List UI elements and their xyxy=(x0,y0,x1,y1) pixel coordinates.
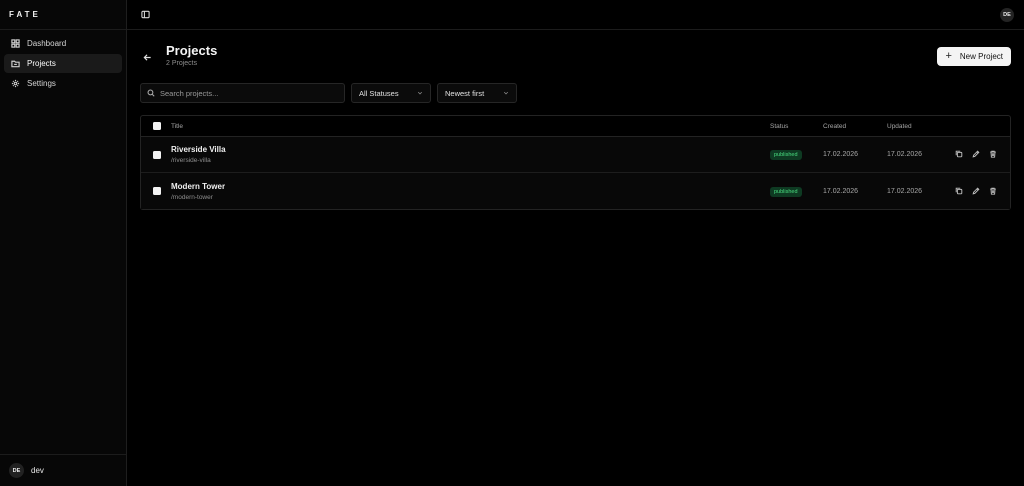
sidebar-item-projects[interactable]: Projects xyxy=(4,54,122,73)
arrow-left-icon xyxy=(143,53,151,61)
header-left: Projects 2 Projects xyxy=(140,43,217,67)
projects-table: Title Status Created Updated Riverside V… xyxy=(140,115,1011,210)
app-root: FATE Dashboard Projects Settings DE dev xyxy=(0,0,1024,486)
search-input[interactable] xyxy=(160,88,340,98)
row-status-cell: published xyxy=(770,149,823,160)
row-updated: 17.02.2026 xyxy=(887,187,923,195)
edit-button[interactable] xyxy=(972,150,981,159)
row-check-cell xyxy=(141,187,170,195)
sidebar-toggle-button[interactable] xyxy=(139,9,151,21)
table-row[interactable]: Modern Tower /modern-tower published 17.… xyxy=(141,173,1010,209)
new-project-label: New Project xyxy=(959,52,1003,61)
delete-button[interactable] xyxy=(989,150,998,159)
page-title: Projects xyxy=(166,43,218,58)
duplicate-button[interactable] xyxy=(955,150,964,159)
sidebar-item-label: Dashboard xyxy=(27,39,67,48)
row-slug: /modern-tower xyxy=(171,193,213,201)
column-updated[interactable]: Updated xyxy=(887,123,951,130)
sidebar-nav: Dashboard Projects Settings xyxy=(0,30,126,97)
brand-logo: FATE xyxy=(0,0,126,30)
row-title-cell: Modern Tower /modern-tower xyxy=(170,182,770,201)
sidebar-item-label: Settings xyxy=(27,79,56,88)
main-area: DE Projects 2 Projects + New Project Sea… xyxy=(127,0,1024,486)
row-updated: 17.02.2026 xyxy=(887,151,923,158)
dashboard-icon xyxy=(11,39,20,48)
row-slug: /riverside-villa xyxy=(171,157,211,164)
row-status-cell: published xyxy=(770,186,823,197)
table-row[interactable]: Riverside Villa /riverside-villa publish… xyxy=(141,137,1010,173)
row-title[interactable]: Modern Tower xyxy=(171,182,770,191)
table-header: Title Status Created Updated xyxy=(141,116,1010,137)
sidebar-item-label: Projects xyxy=(27,59,56,68)
row-actions xyxy=(951,150,1010,159)
sidebar-toggle-icon xyxy=(140,10,150,19)
column-status[interactable]: Status xyxy=(770,123,823,130)
title-block: Projects 2 Projects xyxy=(166,43,217,67)
row-title-cell: Riverside Villa /riverside-villa xyxy=(170,145,770,164)
trash-icon xyxy=(990,150,996,158)
row-check-cell xyxy=(141,150,170,159)
select-all-checkbox[interactable] xyxy=(153,122,161,130)
status-badge: published xyxy=(770,150,802,160)
status-filter-select[interactable]: All Statuses xyxy=(351,83,431,103)
duplicate-button[interactable] xyxy=(955,187,964,196)
row-actions xyxy=(951,187,1010,196)
sort-select[interactable]: Newest first xyxy=(437,83,517,103)
page-content: Projects 2 Projects + New Project All St… xyxy=(127,43,1024,210)
sidebar-item-settings[interactable]: Settings xyxy=(4,74,122,93)
new-project-button[interactable]: + New Project xyxy=(937,47,1011,66)
search-box xyxy=(140,83,345,103)
delete-button[interactable] xyxy=(989,187,998,196)
sort-value: Newest first xyxy=(445,88,485,98)
sidebar: FATE Dashboard Projects Settings DE dev xyxy=(0,0,127,486)
topbar: DE xyxy=(127,0,1024,30)
avatar: DE xyxy=(9,463,24,478)
folder-icon xyxy=(11,60,20,68)
copy-icon xyxy=(955,187,963,194)
plus-icon: + xyxy=(945,50,952,62)
pencil-icon xyxy=(972,150,980,158)
row-created: 17.02.2026 xyxy=(823,151,859,158)
status-filter-value: All Statuses xyxy=(359,88,399,98)
select-all-cell xyxy=(141,122,170,130)
filters-bar: All Statuses Newest first xyxy=(140,83,1011,103)
sidebar-item-dashboard[interactable]: Dashboard xyxy=(4,34,122,53)
row-title[interactable]: Riverside Villa xyxy=(171,145,770,154)
copy-icon xyxy=(955,150,963,158)
trash-icon xyxy=(990,187,996,195)
search-icon xyxy=(147,89,155,97)
row-checkbox[interactable] xyxy=(153,150,161,159)
chevron-down-icon xyxy=(503,91,509,95)
page-header: Projects 2 Projects + New Project xyxy=(140,43,1011,83)
column-created[interactable]: Created xyxy=(823,123,887,130)
row-checkbox[interactable] xyxy=(153,187,161,195)
row-created: 17.02.2026 xyxy=(823,187,859,195)
user-name: dev xyxy=(31,466,44,475)
pencil-icon xyxy=(972,187,980,194)
user-menu[interactable]: DE dev xyxy=(0,454,126,486)
avatar[interactable]: DE xyxy=(1000,7,1014,22)
page-subtitle: 2 Projects xyxy=(166,60,198,67)
column-title[interactable]: Title xyxy=(170,123,770,130)
chevron-down-icon xyxy=(417,91,423,95)
edit-button[interactable] xyxy=(972,187,981,196)
status-badge: published xyxy=(770,186,802,197)
back-button[interactable] xyxy=(140,50,154,64)
gear-icon xyxy=(11,79,20,88)
